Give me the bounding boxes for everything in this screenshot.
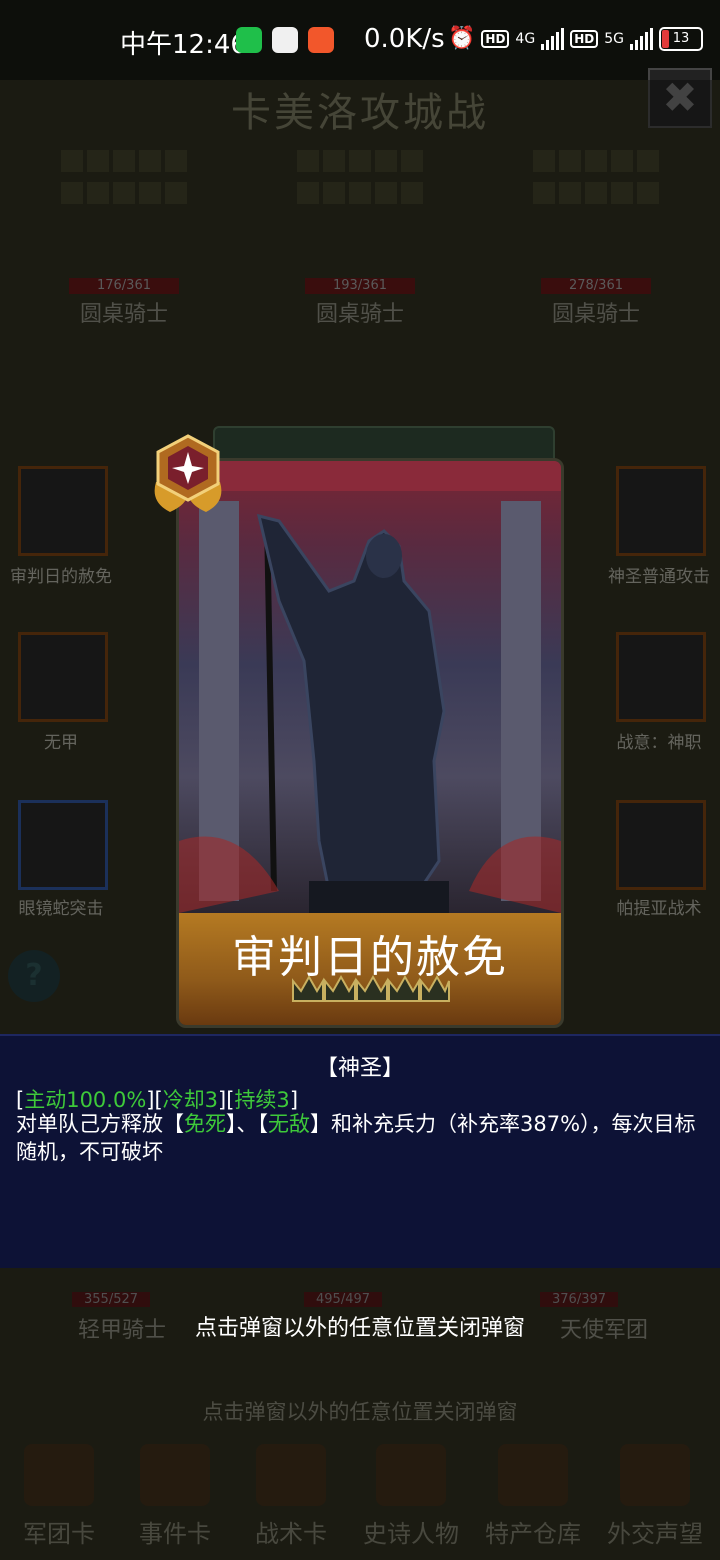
- active-chance-tag: 主动100.0%: [24, 1088, 147, 1112]
- battery-level: 13: [672, 30, 690, 46]
- signal-icon-2: [629, 27, 653, 50]
- effect-invincible: 无敌: [268, 1112, 310, 1136]
- holy-badge-icon: [154, 434, 222, 512]
- statue-illustration: [179, 461, 561, 913]
- signal-icon: [541, 27, 565, 50]
- status-bar: 中午12:46 0.0K/s ⏰ HD 4G HD 5G 13: [0, 0, 720, 80]
- network-type-2: 5G: [604, 30, 624, 47]
- notification-icons: [236, 27, 334, 53]
- cooldown-tag: 冷却3: [162, 1088, 219, 1112]
- network-type-1: 4G: [515, 30, 536, 47]
- effect-immortal: 免死: [184, 1112, 226, 1136]
- close-popup-hint: 点击弹窗以外的任意位置关闭弹窗: [194, 1316, 525, 1341]
- maps-app-icon: [272, 27, 298, 53]
- card-artwork: [179, 461, 561, 913]
- status-time: 中午12:46: [120, 30, 247, 60]
- battery-icon: 13: [658, 26, 703, 51]
- status-indicators: ⏰ HD 4G HD 5G 13: [448, 26, 703, 51]
- hd-icon-2: HD: [570, 29, 599, 48]
- skill-category: 【神圣】: [315, 1056, 404, 1081]
- duration-tag: 持续3: [234, 1088, 290, 1112]
- alarm-icon: ⏰: [448, 26, 476, 51]
- hd-icon: HD: [481, 29, 510, 48]
- rarity-crowns-icon: [292, 974, 450, 1002]
- skill-effect-text: 对单队己方释放【免死】、【无敌】和补充兵力（补充率387%），每次目标随机，不可…: [16, 1112, 696, 1164]
- iqiyi-app-icon: [236, 27, 262, 53]
- skill-card: 审判日的赦免: [176, 458, 564, 1028]
- skill-description-panel: 【神圣】 [主动100.0%][冷却3][持续3] 对单队己方释放【免死】、【无…: [0, 1034, 720, 1268]
- shopping-app-icon: [308, 27, 334, 53]
- network-speed: 0.0K/s: [364, 24, 445, 54]
